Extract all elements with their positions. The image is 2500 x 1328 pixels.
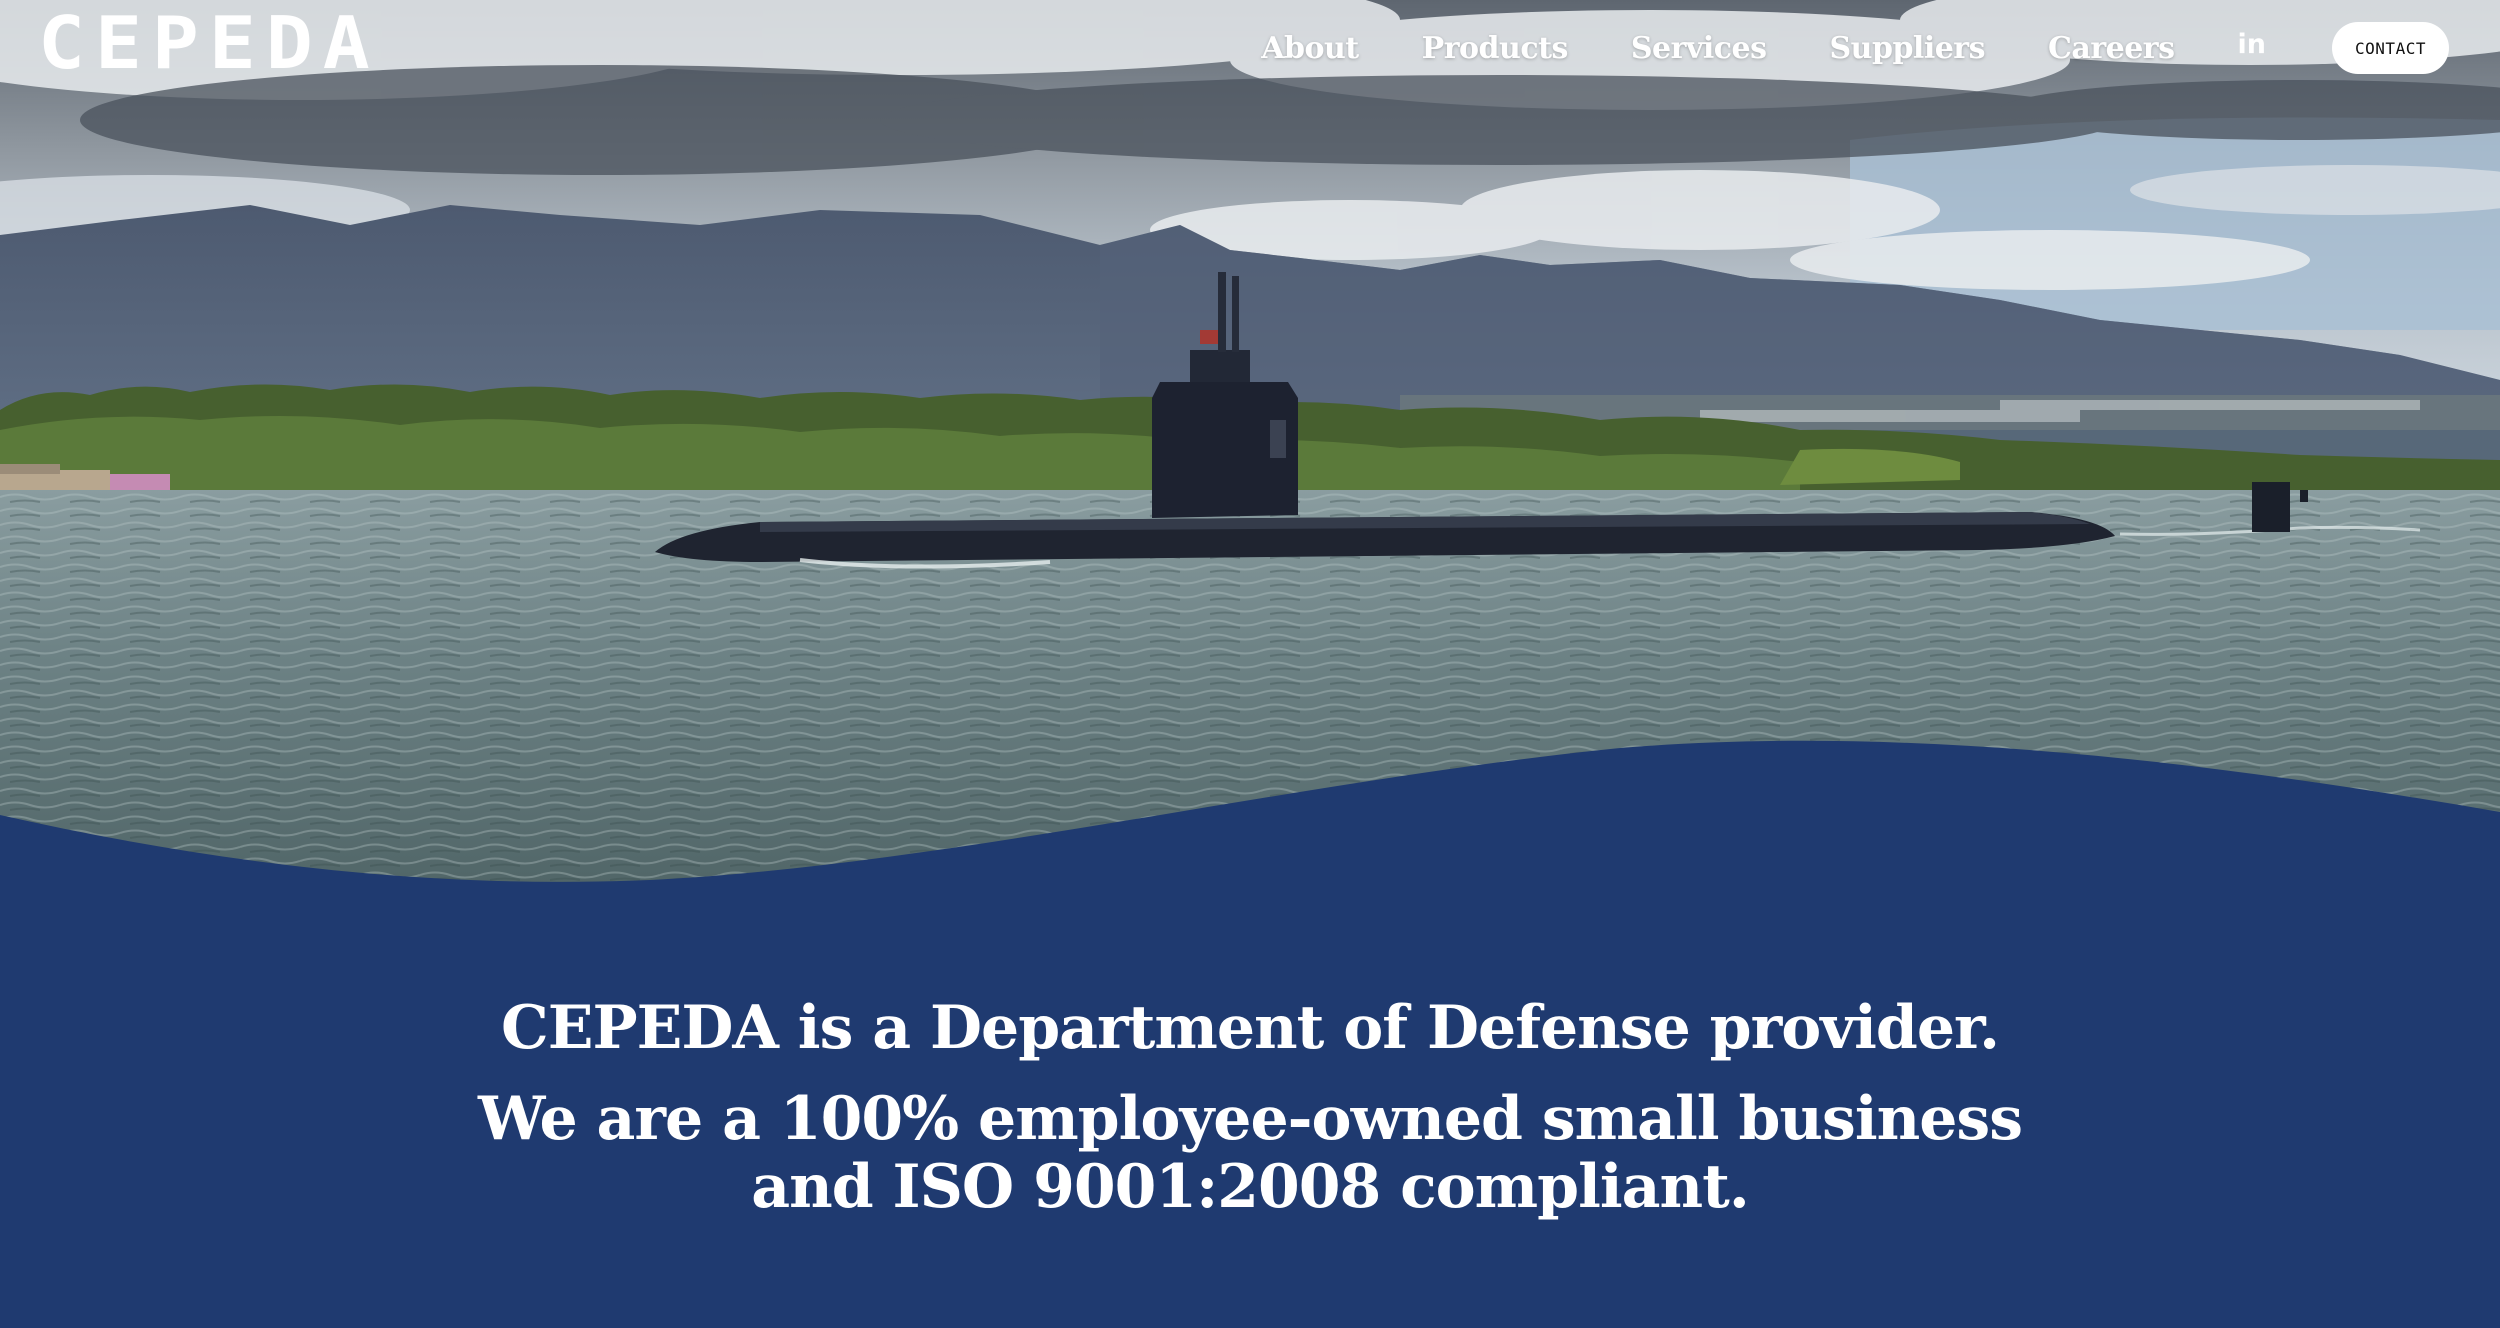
nav-careers[interactable]: Careers	[2048, 31, 2175, 66]
main-nav: About Products Services Suppliers Career…	[1261, 20, 2500, 76]
cepeda-logo[interactable]: CEPEDA	[38, 2, 400, 86]
nav-suppliers[interactable]: Suppliers	[1830, 31, 1986, 66]
mission-statement: CEPEDA is a Department of Defense provid…	[0, 985, 2500, 1221]
nav-about[interactable]: About	[1261, 31, 1359, 66]
nav-products[interactable]: Products	[1422, 31, 1569, 66]
contact-button[interactable]: CONTACT	[2332, 22, 2449, 74]
mission-line-1: CEPEDA is a Department of Defense provid…	[500, 993, 2000, 1063]
mission-line-2: We are a 100% employee-owned small busin…	[478, 1084, 2023, 1222]
page: CEPEDA About Products Services Suppliers…	[0, 0, 2500, 1328]
logo-text: CEPEDA	[38, 2, 380, 86]
nav-services[interactable]: Services	[1631, 31, 1767, 66]
linkedin-icon[interactable]: in	[2238, 29, 2266, 60]
